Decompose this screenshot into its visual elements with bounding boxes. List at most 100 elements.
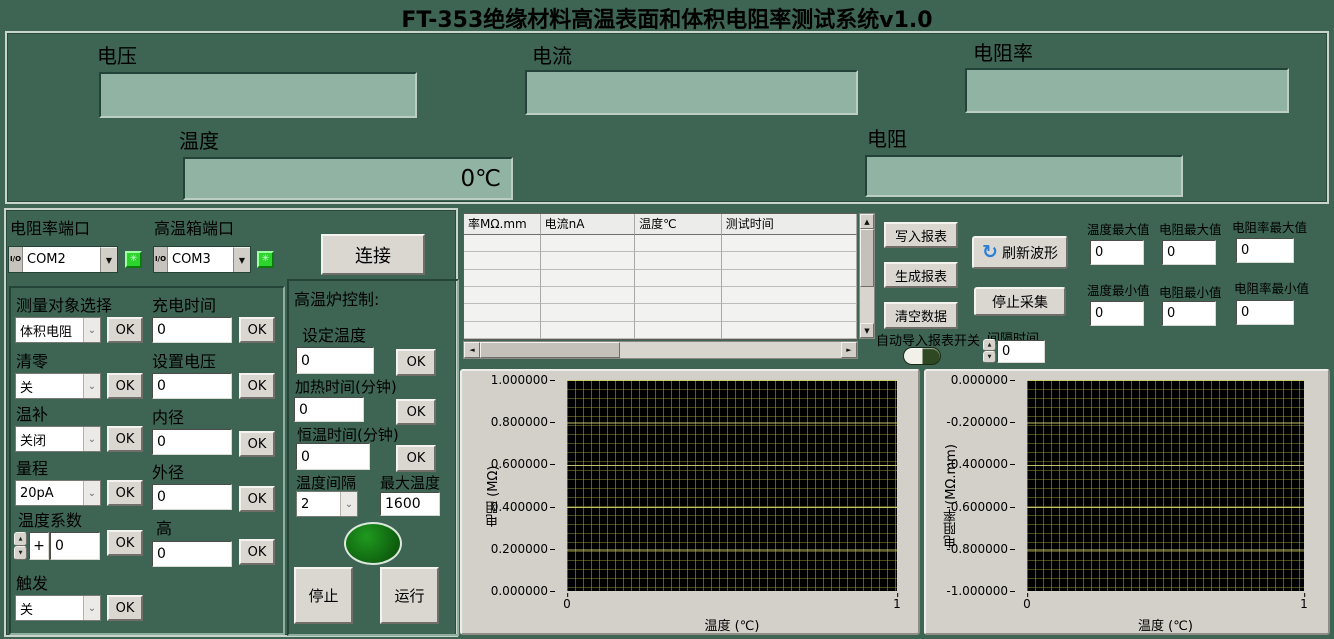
scroll-left-icon[interactable]: ◄	[464, 342, 480, 358]
temp-coefficient-stepper[interactable]: ▲▼	[14, 532, 27, 560]
scroll-up-icon[interactable]: ▲	[860, 214, 874, 229]
set-voltage-ok-button[interactable]: OK	[239, 373, 275, 399]
trigger-select[interactable]: 关 ⌄	[15, 595, 101, 621]
chevron-down-icon[interactable]: ⌄	[83, 596, 100, 620]
spinner-down-icon[interactable]: ▼	[983, 351, 996, 363]
interval-time-stepper[interactable]: ▲▼	[983, 339, 996, 363]
table-cell	[541, 270, 636, 287]
chevron-down-icon[interactable]: ⌄	[83, 427, 100, 451]
oven-port-select[interactable]: I/O COM3 ▼	[153, 246, 251, 273]
temp-min-field[interactable]: 0	[1090, 301, 1144, 326]
hold-time-ok-button[interactable]: OK	[396, 445, 436, 472]
heat-time-ok-button[interactable]: OK	[396, 399, 436, 425]
set-voltage-field[interactable]: 0	[152, 373, 232, 399]
temp-comp-select[interactable]: 关闭 ⌄	[15, 426, 101, 452]
y-tick-label: -0.400000	[946, 457, 1015, 471]
x-tick-label: 0	[563, 597, 571, 611]
table-row	[464, 287, 857, 304]
auto-import-toggle[interactable]	[903, 347, 941, 365]
set-temp-field[interactable]: 0	[296, 347, 374, 374]
set-temp-ok-button[interactable]: OK	[396, 349, 436, 376]
temp-max-label: 温度最大值	[1087, 219, 1150, 238]
table-cell	[635, 287, 722, 304]
table-cell	[635, 304, 722, 321]
data-table[interactable]: 率MΩ.mm电流nA温度℃测试时间 ▲ ▼ ◄ ►	[463, 213, 875, 359]
chevron-down-icon[interactable]: ⌄	[83, 374, 100, 398]
chevron-down-icon[interactable]: ⌄	[340, 492, 357, 516]
interval-time-field[interactable]: 0	[997, 340, 1045, 363]
stop-button[interactable]: 停止	[294, 567, 353, 624]
spinner-up-icon[interactable]: ▲	[983, 339, 996, 351]
scroll-down-icon[interactable]: ▼	[860, 323, 874, 338]
chart-x-ticks: 01	[1027, 593, 1304, 611]
table-row	[464, 252, 857, 269]
spinner-down-icon[interactable]: ▼	[14, 546, 27, 560]
resistivity-max-field[interactable]: 0	[1236, 238, 1294, 263]
table-vscrollbar[interactable]: ▲ ▼	[859, 213, 875, 339]
chevron-down-icon[interactable]: ⌄	[83, 318, 100, 342]
refresh-wave-label: 刷新波形	[1002, 243, 1058, 263]
table-cell	[635, 270, 722, 287]
inner-diameter-ok-button[interactable]: OK	[239, 431, 275, 457]
current-label: 电流	[532, 40, 572, 69]
table-header-row: 率MΩ.mm电流nA温度℃测试时间	[464, 214, 857, 235]
chevron-down-icon[interactable]: ▼	[100, 247, 117, 272]
range-ok-button[interactable]: OK	[107, 480, 143, 506]
inner-diameter-field[interactable]: 0	[152, 429, 232, 455]
connect-button[interactable]: 连接	[321, 234, 425, 275]
max-temp-field[interactable]: 1600	[380, 492, 440, 516]
temperature-display: 0℃	[183, 157, 513, 200]
temp-interval-select[interactable]: 2 ⌄	[296, 491, 358, 517]
vscroll-thumb[interactable]	[860, 229, 874, 287]
resistivity-port-led: ✳	[125, 251, 142, 268]
hold-time-field[interactable]: 0	[296, 443, 370, 470]
res-min-field[interactable]: 0	[1162, 301, 1216, 326]
measure-object-ok-button[interactable]: OK	[107, 317, 143, 343]
hscroll-thumb[interactable]	[480, 342, 620, 358]
write-report-button[interactable]: 写入报表	[884, 222, 958, 248]
chart-x-ticks: 01	[567, 593, 897, 611]
zero-ok-button[interactable]: OK	[107, 373, 143, 399]
voltage-display	[99, 72, 417, 118]
temp-coefficient-field[interactable]: 0	[50, 532, 100, 560]
y-tick-label: -0.600000	[946, 500, 1015, 514]
table-cell	[464, 252, 541, 269]
run-button[interactable]: 运行	[380, 567, 439, 624]
refresh-wave-button[interactable]: ↻ 刷新波形	[972, 236, 1068, 269]
resistivity-min-field[interactable]: 0	[1236, 300, 1294, 325]
outer-diameter-ok-button[interactable]: OK	[239, 486, 275, 512]
temp-max-field[interactable]: 0	[1090, 240, 1144, 265]
table-cell	[635, 322, 722, 339]
set-voltage-label: 设置电压	[152, 348, 216, 372]
generate-report-button[interactable]: 生成报表	[884, 262, 958, 288]
scroll-right-icon[interactable]: ►	[841, 342, 857, 358]
charge-time-field[interactable]: 0	[152, 317, 232, 343]
clear-data-button[interactable]: 清空数据	[884, 302, 958, 329]
temp-coefficient-sign[interactable]: +	[29, 532, 49, 560]
outer-diameter-field[interactable]: 0	[152, 484, 232, 510]
chevron-down-icon[interactable]: ⌄	[83, 481, 100, 505]
chart-y-ticks: 1.0000000.8000000.6000000.4000000.200000…	[462, 380, 563, 591]
spinner-up-icon[interactable]: ▲	[14, 532, 27, 546]
range-select[interactable]: 20pA ⌄	[15, 480, 101, 506]
height-field[interactable]: 0	[152, 541, 232, 567]
res-max-field[interactable]: 0	[1162, 240, 1216, 265]
resistivity-port-select[interactable]: I/O COM2 ▼	[8, 246, 118, 273]
temp-comp-ok-button[interactable]: OK	[107, 426, 143, 452]
measure-object-select[interactable]: 体积电阻 ⌄	[15, 317, 101, 343]
zero-select[interactable]: 关 ⌄	[15, 373, 101, 399]
heat-time-field[interactable]: 0	[294, 397, 364, 422]
y-tick-label: 0.200000	[491, 542, 555, 556]
temp-interval-value: 2	[297, 492, 340, 516]
chevron-down-icon[interactable]: ▼	[233, 247, 250, 272]
trigger-ok-button[interactable]: OK	[107, 595, 143, 621]
table-row	[464, 270, 857, 287]
temp-coefficient-ok-button[interactable]: OK	[107, 530, 143, 556]
control-region: 电阻率端口 高温箱端口 I/O COM2 ▼ ✳ I/O COM3 ▼ ✳ 连接…	[4, 208, 458, 637]
stop-collect-button[interactable]: 停止采集	[974, 287, 1066, 316]
charge-time-ok-button[interactable]: OK	[239, 317, 275, 343]
height-ok-button[interactable]: OK	[239, 539, 275, 565]
current-display	[525, 70, 858, 115]
table-hscrollbar[interactable]: ◄ ►	[463, 341, 858, 359]
y-tick-label: -0.800000	[946, 542, 1015, 556]
